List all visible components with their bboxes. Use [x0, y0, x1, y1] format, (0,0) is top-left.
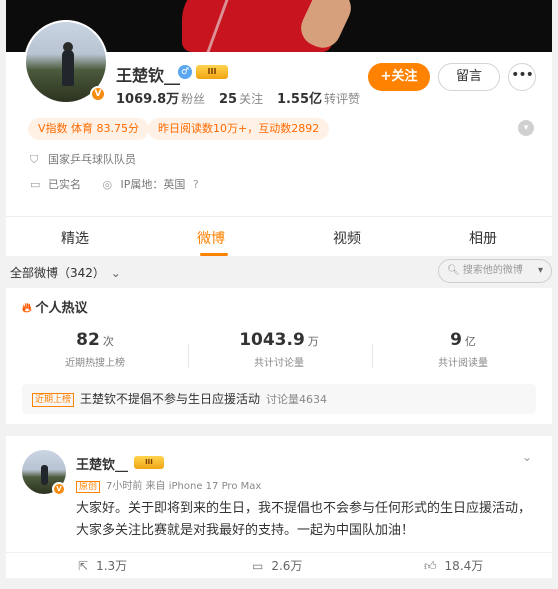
verified-badge-icon: V — [90, 86, 106, 102]
tab-album[interactable]: 相册 — [469, 228, 497, 248]
realname-text: 已实名 — [48, 178, 81, 191]
fire-icon: 🔥︎ — [22, 301, 32, 316]
share-icon: ⇱ — [78, 559, 89, 573]
level-badge[interactable]: III — [196, 65, 228, 79]
avatar-figure-body — [62, 50, 74, 86]
metric-label: 共计讨论量 — [254, 358, 304, 369]
metric-divider — [372, 344, 373, 368]
search-placeholder: 搜索他的微博 — [462, 265, 523, 276]
original-badge: 原创 — [76, 481, 101, 493]
post-actions: ⇱ 1.3万 ▭ 2.6万 👍︎ 18.4万 — [6, 552, 552, 578]
metric-divider — [188, 344, 189, 368]
metric-label: 共计阅读量 — [438, 358, 488, 369]
realname-ip-row: ▭ 已实名 ◎ IP属地：英国 ? — [30, 176, 211, 192]
shield-icon: ⛉ — [30, 153, 39, 166]
followers-count: 1069.8万 — [116, 92, 180, 107]
comment-button[interactable]: ▭ 2.6万 — [252, 557, 302, 574]
tab-video[interactable]: 视频 — [333, 228, 361, 248]
more-options-button[interactable]: ••• — [508, 63, 536, 91]
metric-value: 1043.9 — [239, 330, 305, 350]
search-input[interactable]: 🔍︎ 搜索他的微博 ▾ — [438, 259, 552, 283]
recent-list-badge: 近期上榜 — [32, 393, 75, 407]
metric-hot-search: 82 次 近期热搜上榜 — [10, 330, 180, 369]
avatar-figure-body — [41, 465, 48, 485]
metric-discussion: 1043.9 万 共计讨论量 — [194, 330, 364, 369]
profile-name: 王楚钦__ — [116, 66, 181, 85]
metric-unit: 亿 — [464, 335, 476, 348]
hot-topic-text: 王楚钦不提倡不参与生日应援活动 — [80, 392, 261, 406]
search-icon: 🔍︎ — [447, 265, 460, 276]
level-badge[interactable]: III — [134, 456, 164, 469]
filter-label: 全部微博（342） — [10, 266, 105, 280]
profile-tabs: 精选 微博 视频 相册 — [6, 216, 552, 256]
following-stat[interactable]: 25 关注 — [219, 92, 264, 107]
followers-label: 粉丝 — [181, 92, 206, 106]
post-author-name[interactable]: 王楚钦__ — [76, 454, 128, 473]
metric-reads: 9亿 共计阅读量 — [378, 330, 548, 369]
follow-button[interactable]: +关注 — [368, 63, 430, 91]
metric-value: 82 — [76, 330, 100, 350]
metric-unit: 次 — [102, 335, 114, 348]
ip-location-text: IP属地：英国 — [120, 178, 186, 191]
post-meta: 原创 7小时前 来自 iPhone 17 Pro Max — [76, 477, 262, 493]
hot-topic-count: 讨论量4634 — [266, 393, 328, 406]
followers-stat[interactable]: 1069.8万 粉丝 — [116, 92, 206, 107]
identity-text: 国家乒乓球队队员 — [48, 153, 136, 166]
post-time-source: 7小时前 来自 iPhone 17 Pro Max — [106, 481, 262, 492]
hot-topics-title: 🔥︎ 个人热议 — [22, 297, 88, 316]
like-count: 18.4万 — [444, 559, 484, 573]
chevron-down-icon[interactable]: ▾ — [538, 260, 543, 282]
metric-value: 9 — [450, 330, 462, 350]
location-icon: ◎ — [102, 178, 113, 191]
personal-hot-topics-card: 🔥︎ 个人热议 82 次 近期热搜上榜 1043.9 万 共计讨论量 9亿 共计阅读量… — [6, 288, 552, 424]
following-label: 关注 — [239, 92, 264, 106]
help-icon[interactable]: ? — [193, 178, 205, 191]
verified-badge-icon: V — [52, 482, 66, 496]
comment-count: 2.6万 — [271, 559, 303, 573]
repost-button[interactable]: ⇱ 1.3万 — [78, 557, 127, 574]
reading-stats-tag[interactable]: 昨日阅读数10万+，互动数2892 — [148, 118, 330, 140]
weibo-filter-dropdown[interactable]: 全部微博（342） ⌄ — [10, 264, 121, 281]
chevron-down-icon[interactable]: ⌄ — [522, 450, 532, 464]
profile-stats: 1069.8万 粉丝 25 关注 1.55亿 转评赞 — [116, 88, 370, 107]
comment-icon: ▭ — [252, 559, 264, 573]
hot-title-text: 个人热议 — [35, 301, 88, 316]
reposts-stat: 1.55亿 转评赞 — [276, 92, 361, 107]
reposts-count: 1.55亿 — [276, 92, 323, 107]
v-index-tag[interactable]: V指数 体育 83.75分 — [28, 118, 150, 140]
following-count: 25 — [219, 92, 238, 107]
id-card-icon: ▭ — [30, 178, 41, 191]
post-text: 大家好。关于即将到来的生日，我不提倡也不会参与任何形式的生日应援活动，大家多关注… — [76, 501, 532, 538]
tab-weibo[interactable]: 微博 — [197, 228, 225, 248]
tab-featured[interactable]: 精选 — [61, 228, 89, 248]
metric-label: 近期热搜上榜 — [65, 358, 125, 369]
chevron-down-icon: ⌄ — [110, 266, 121, 280]
identity-row: ⛉ 国家乒乓球队队员 — [30, 151, 136, 167]
thumbs-up-icon: 👍︎ — [424, 559, 437, 573]
repost-count: 1.3万 — [96, 559, 128, 573]
profile-card: V 王楚钦__ ♂ III 1069.8万 粉丝 25 关注 1.55亿 转评赞 +关… — [6, 20, 552, 216]
hot-topic-item[interactable]: 近期上榜 王楚钦不提倡不参与生日应援活动 讨论量4634 — [22, 384, 536, 414]
reposts-label: 转评赞 — [324, 92, 361, 106]
like-button[interactable]: 👍︎ 18.4万 — [424, 557, 483, 574]
active-tab-indicator — [200, 253, 228, 256]
weibo-post: V 王楚钦__ III 原创 7小时前 来自 iPhone 17 Pro Max … — [6, 436, 552, 578]
chevron-down-icon[interactable]: ▾ — [518, 120, 534, 136]
male-icon: ♂ — [178, 65, 192, 79]
metric-unit: 万 — [307, 335, 319, 348]
message-button[interactable]: 留言 — [438, 63, 500, 91]
